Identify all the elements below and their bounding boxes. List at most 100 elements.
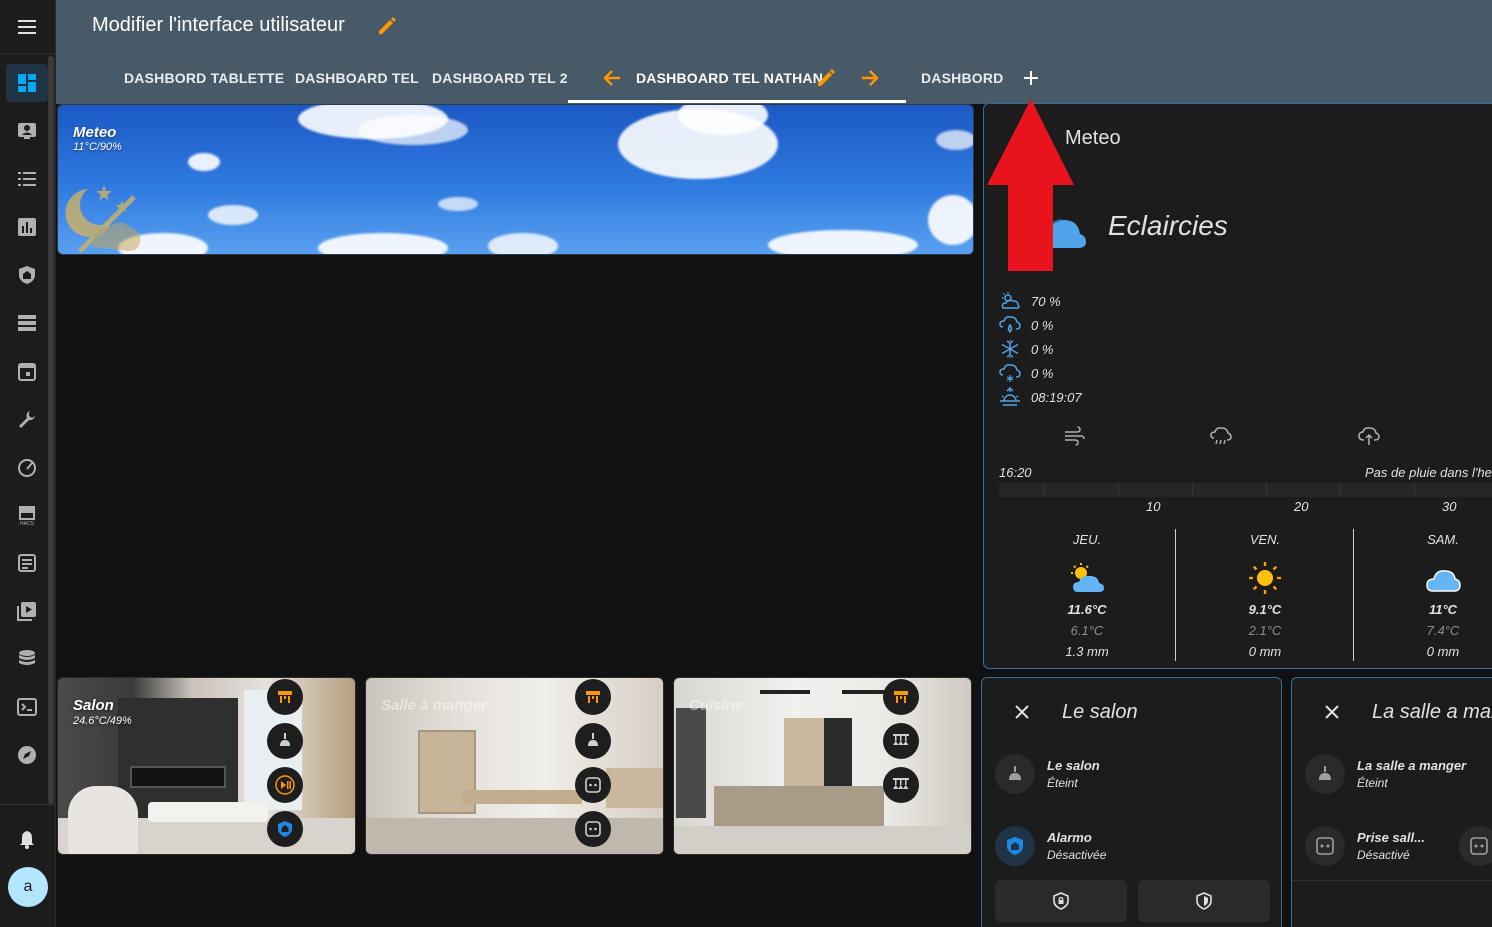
weather-attribute-row: 08:19:07 bbox=[999, 386, 1082, 408]
room-card-cuisine[interactable]: Cuisine bbox=[673, 677, 972, 855]
sidebar-item-person[interactable] bbox=[6, 112, 48, 150]
forecast-low: 2.1°C bbox=[1248, 623, 1282, 638]
sidebar-item-calendar[interactable] bbox=[6, 352, 48, 390]
sidebar-item-server[interactable] bbox=[6, 304, 48, 342]
gauge-icon bbox=[18, 459, 36, 477]
close-card-button[interactable] bbox=[1322, 702, 1342, 727]
lamp-toggle-button[interactable] bbox=[267, 723, 303, 759]
bell-icon bbox=[20, 831, 34, 849]
light-toggle-button[interactable] bbox=[883, 767, 919, 803]
sidebar-item-logbook[interactable] bbox=[6, 544, 48, 582]
forecast-precip: 0 mm bbox=[1426, 644, 1460, 659]
sidebar-item-terminal[interactable] bbox=[6, 688, 48, 726]
person-card-icon bbox=[18, 123, 36, 139]
tab-dashbord-tablette[interactable]: DASHBORD TABLETTE bbox=[124, 70, 284, 86]
light-toggle-button[interactable] bbox=[883, 723, 919, 759]
alarm-shield-button[interactable] bbox=[267, 811, 303, 847]
wind-icon bbox=[1065, 426, 1085, 446]
shield-off-icon bbox=[1196, 892, 1212, 910]
sidebar-item-media[interactable] bbox=[6, 592, 48, 630]
entity-icon-wrap[interactable] bbox=[1459, 826, 1492, 866]
sidebar-item-tools[interactable] bbox=[6, 400, 48, 438]
pendant-lights-icon bbox=[893, 734, 909, 745]
tab-dashboard-tel-nathan[interactable]: DASHBOARD TEL NATHAN bbox=[636, 70, 823, 86]
move-tab-left-button[interactable] bbox=[601, 67, 623, 94]
user-avatar[interactable]: a bbox=[8, 867, 48, 907]
room-card-salon[interactable]: Salon 24.6°C/49% bbox=[57, 677, 356, 855]
entity-icon-wrap[interactable] bbox=[995, 826, 1035, 866]
arm-away-button[interactable] bbox=[995, 880, 1127, 922]
sidebar-scrollbar[interactable] bbox=[48, 56, 54, 804]
forecast-separator bbox=[1175, 529, 1176, 661]
forecast-day: JEU. 11.6°C 6.1°C 1.3 mm bbox=[999, 532, 1175, 659]
close-icon bbox=[1015, 705, 1029, 719]
lamp-toggle-button[interactable] bbox=[575, 723, 611, 759]
sidebar-item-overview[interactable] bbox=[6, 64, 48, 102]
shield-home-icon bbox=[19, 266, 35, 284]
list-icon bbox=[18, 172, 36, 186]
cloud-upload-icon bbox=[1358, 427, 1380, 445]
weather-banner-card[interactable]: Meteo 11°C/90% bbox=[57, 104, 974, 255]
pencil-icon bbox=[379, 17, 396, 34]
terminal-icon bbox=[17, 698, 37, 716]
forecast-day-label: VEN. bbox=[1249, 532, 1281, 547]
socket-toggle-button[interactable] bbox=[575, 767, 611, 803]
compass-icon bbox=[18, 746, 36, 764]
lamp-icon bbox=[1319, 766, 1331, 780]
arrow-left-icon bbox=[603, 70, 620, 86]
entity-icon-wrap[interactable] bbox=[995, 754, 1035, 794]
entity-row[interactable]: Alarmo Désactivée bbox=[995, 826, 1106, 866]
sidebar-item-energy[interactable] bbox=[6, 448, 48, 486]
sidebar-item-compass[interactable] bbox=[6, 736, 48, 774]
snow-cloud-icon bbox=[999, 364, 1021, 382]
move-tab-right-button[interactable] bbox=[859, 67, 881, 94]
sidebar-item-alarm[interactable] bbox=[6, 256, 48, 294]
lamp-icon bbox=[1009, 766, 1021, 780]
pencil-icon bbox=[818, 69, 835, 86]
chart-icon bbox=[18, 218, 36, 236]
play-pause-icon bbox=[275, 775, 295, 795]
entity-icon-wrap[interactable] bbox=[1305, 754, 1345, 794]
menu-button[interactable] bbox=[0, 0, 56, 54]
ceiling-light-icon bbox=[278, 691, 292, 703]
power-socket-icon bbox=[585, 777, 601, 793]
entity-name: Le salon bbox=[1047, 758, 1100, 773]
media-play-pause-button[interactable] bbox=[267, 767, 303, 803]
socket-toggle-button[interactable] bbox=[575, 811, 611, 847]
arrow-right-icon bbox=[862, 70, 879, 86]
dashboard-icon bbox=[18, 74, 36, 92]
tab-dashbord[interactable]: DASHBORD bbox=[921, 70, 1004, 86]
add-view-button[interactable] bbox=[1020, 67, 1042, 94]
notifications-button[interactable] bbox=[6, 820, 48, 858]
forecast-day: SAM. 11°C 7.4°C 0 mm bbox=[1355, 532, 1492, 659]
entity-row[interactable]: Prise sall... Désactivé bbox=[1305, 826, 1425, 866]
sidebar-item-database[interactable] bbox=[6, 640, 48, 678]
tab-dashboard-tel[interactable]: DASHBOARD TEL bbox=[295, 70, 419, 86]
entity-row[interactable]: La salle a manger Éteint bbox=[1305, 754, 1466, 794]
light-toggle-button[interactable] bbox=[575, 679, 611, 715]
sidebar-item-history[interactable] bbox=[6, 208, 48, 246]
tab-dashboard-tel-2[interactable]: DASHBOARD TEL 2 bbox=[432, 70, 568, 86]
sidebar-item-hacs[interactable]: HACS bbox=[6, 496, 48, 534]
database-icon bbox=[19, 650, 35, 665]
disarm-button[interactable] bbox=[1138, 880, 1270, 922]
close-card-button[interactable] bbox=[1012, 702, 1032, 727]
light-toggle-button[interactable] bbox=[883, 679, 919, 715]
entity-row[interactable]: Le salon Éteint bbox=[995, 754, 1100, 794]
edit-title-button[interactable] bbox=[376, 15, 398, 42]
calendar-icon bbox=[18, 363, 36, 381]
entity-icon-wrap[interactable] bbox=[1305, 826, 1345, 866]
server-icon bbox=[18, 315, 36, 331]
room-title: Cuisine bbox=[689, 697, 744, 714]
sunny-icon bbox=[1249, 562, 1281, 594]
forecast-high: 9.1°C bbox=[1248, 602, 1282, 617]
light-toggle-button[interactable] bbox=[267, 679, 303, 715]
weather-attribute-row: 70 % bbox=[999, 290, 1061, 312]
rain-bar-tick: 10 bbox=[1146, 499, 1161, 514]
room-card-salle-a-manger[interactable]: Salle à manger bbox=[365, 677, 664, 855]
sidebar-item-list[interactable] bbox=[6, 160, 48, 198]
rain-probability-value: 0 % bbox=[1031, 317, 1054, 333]
forecast-low: 7.4°C bbox=[1426, 623, 1460, 638]
edit-tab-button[interactable] bbox=[815, 67, 837, 94]
shield-home-icon bbox=[1007, 837, 1023, 855]
